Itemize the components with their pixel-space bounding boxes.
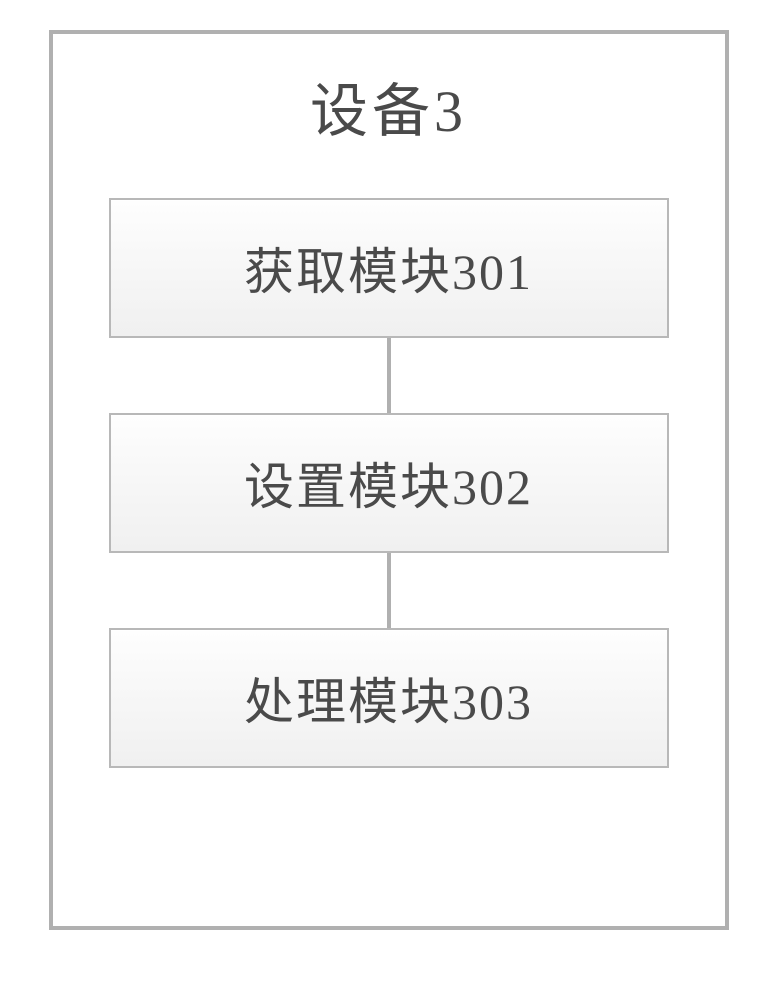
module-configure: 设置模块302 bbox=[109, 413, 669, 553]
module-label: 设置模块302 bbox=[244, 447, 533, 519]
module-label: 处理模块303 bbox=[244, 662, 533, 734]
connector-line bbox=[387, 338, 391, 413]
device-container: 设备3 获取模块301 设置模块302 处理模块303 bbox=[49, 30, 729, 930]
module-acquire: 获取模块301 bbox=[109, 198, 669, 338]
modules-container: 获取模块301 设置模块302 处理模块303 bbox=[93, 198, 685, 768]
connector-line bbox=[387, 553, 391, 628]
module-process: 处理模块303 bbox=[109, 628, 669, 768]
module-label: 获取模块301 bbox=[244, 232, 533, 304]
device-title: 设备3 bbox=[310, 64, 467, 148]
